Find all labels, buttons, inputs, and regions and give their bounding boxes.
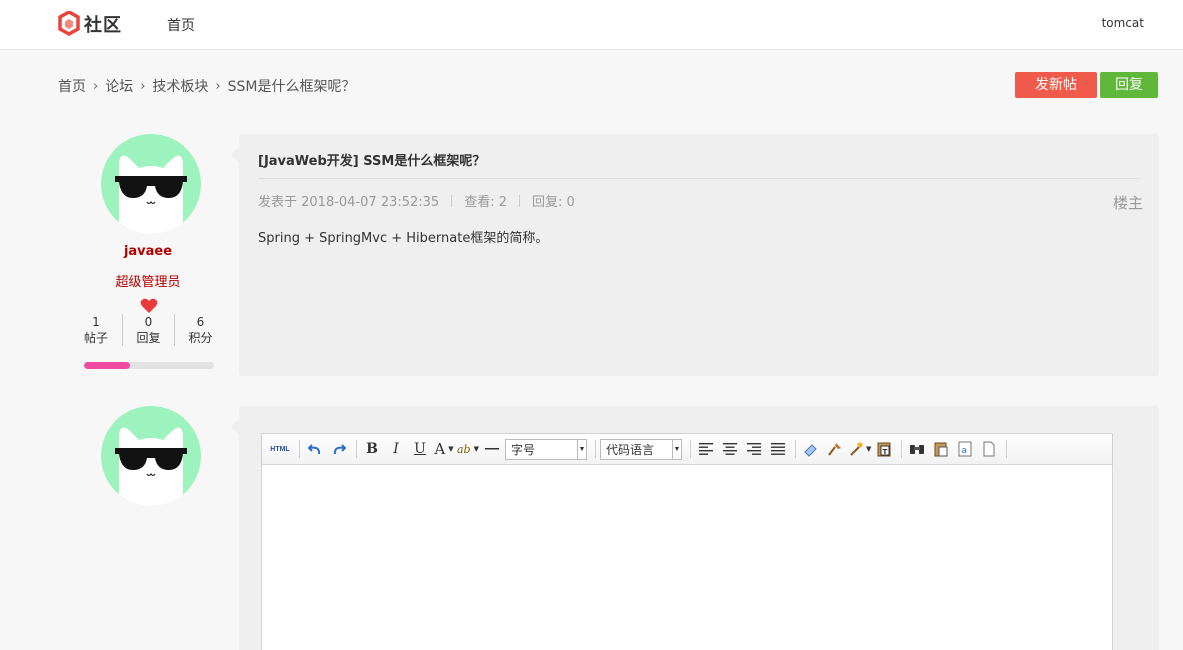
- italic-button[interactable]: I: [385, 438, 407, 460]
- author-name[interactable]: javaee: [70, 244, 226, 259]
- post-views: 查看: 2: [464, 195, 507, 210]
- svg-text:a: a: [962, 446, 968, 456]
- heart-icon: [140, 298, 158, 313]
- svg-text:T: T: [883, 448, 888, 456]
- stat-label: 回复: [136, 331, 161, 345]
- select-caret-icon: ▼: [577, 439, 586, 459]
- author-stats: 1 帖子 0 回复 6 积分: [70, 314, 226, 346]
- eraser-icon[interactable]: [800, 438, 822, 460]
- post-meta: 发表于 2018-04-07 23:52:35 查看: 2 回复: 0: [258, 191, 575, 210]
- new-document-icon[interactable]: [978, 438, 1000, 460]
- toolbar-divider: [690, 440, 691, 458]
- stat-value: 6: [196, 315, 205, 329]
- post-divider: [258, 178, 1139, 179]
- cat-sunglasses-avatar-icon: [115, 427, 187, 506]
- font-size-value: 字号: [511, 442, 536, 457]
- new-post-button[interactable]: 发新帖: [1015, 72, 1097, 98]
- breadcrumb: 首页 › 论坛 › 技术板块 › SSM是什么框架呢？: [58, 76, 355, 96]
- editor-toolbar: HTML B I U A ▼ ab ▼ 字号 ▼ 代码语言 ▼ ▼ T a: [262, 434, 1112, 465]
- stat-value: 0: [144, 315, 153, 329]
- align-justify-icon[interactable]: [767, 438, 789, 460]
- undo-icon[interactable]: [304, 438, 326, 460]
- breadcrumb-separator: ›: [140, 78, 146, 94]
- level-progress-fill: [84, 362, 130, 369]
- font-color-button[interactable]: A ▼: [433, 438, 455, 460]
- reply-pointer: [231, 419, 239, 435]
- dropdown-arrow-icon: ▼: [448, 445, 454, 453]
- stat-label: 帖子: [83, 331, 108, 345]
- dropdown-arrow-icon: ▼: [473, 445, 479, 453]
- author-role: 超级管理员: [115, 275, 181, 290]
- post-title: [JavaWeb开发] SSM是什么框架呢？: [258, 154, 486, 169]
- toolbar-divider: [356, 440, 357, 458]
- reply-card: HTML B I U A ▼ ab ▼ 字号 ▼ 代码语言 ▼ ▼ T a: [239, 406, 1159, 650]
- breadcrumb-forum[interactable]: 论坛: [105, 76, 133, 96]
- align-left-icon[interactable]: [695, 438, 717, 460]
- logo-text: 社区: [84, 15, 122, 36]
- stat-points: 6 积分: [174, 314, 226, 346]
- paste-text-icon[interactable]: T: [873, 438, 895, 460]
- site-logo[interactable]: 社区: [58, 10, 122, 38]
- bold-button[interactable]: B: [361, 438, 383, 460]
- nav-home-link[interactable]: 首页: [167, 15, 195, 35]
- breadcrumb-current: SSM是什么框架呢？: [227, 79, 356, 95]
- underline-button[interactable]: U: [409, 438, 431, 460]
- level-progress-bar: [84, 362, 214, 369]
- breadcrumb-separator: ›: [93, 78, 99, 94]
- highlight-label: ab: [457, 442, 471, 456]
- breadcrumb-separator: ›: [215, 78, 221, 94]
- stat-posts: 1 帖子: [70, 314, 122, 346]
- meta-divider: [451, 194, 453, 207]
- code-language-select[interactable]: 代码语言 ▼: [600, 438, 682, 460]
- post-pointer: [231, 147, 239, 163]
- font-color-label: A: [434, 440, 446, 458]
- toolbar-divider: [299, 440, 300, 458]
- meta-divider: [519, 194, 520, 207]
- align-right-icon[interactable]: [743, 438, 765, 460]
- format-brush-icon[interactable]: [824, 438, 846, 460]
- font-size-select[interactable]: 字号 ▼: [505, 438, 587, 460]
- post-reply-count: 回复: 0: [532, 195, 575, 210]
- align-center-icon[interactable]: [719, 438, 741, 460]
- dropdown-arrow-icon: ▼: [866, 445, 872, 453]
- post-date: 发表于 2018-04-07 23:52:35: [258, 195, 440, 210]
- stat-label: 积分: [188, 331, 213, 345]
- stat-value: 1: [92, 315, 100, 329]
- rich-text-editor: HTML B I U A ▼ ab ▼ 字号 ▼ 代码语言 ▼ ▼ T a: [261, 433, 1113, 650]
- current-user[interactable]: tomcat: [1102, 16, 1144, 30]
- reply-button[interactable]: 回复: [1100, 72, 1158, 98]
- redo-icon[interactable]: [328, 438, 350, 460]
- breadcrumb-home[interactable]: 首页: [58, 76, 86, 96]
- author-avatar[interactable]: [101, 134, 201, 234]
- current-user-avatar[interactable]: [101, 406, 201, 506]
- code-language-value: 代码语言: [606, 442, 655, 457]
- floor-label: 楼主: [1112, 194, 1143, 212]
- find-replace-icon[interactable]: [906, 438, 928, 460]
- magic-wand-icon[interactable]: ▼: [848, 438, 871, 460]
- toolbar-divider: [1006, 440, 1008, 458]
- breadcrumb-board[interactable]: 技术板块: [152, 76, 208, 96]
- post-body: Spring + SpringMvc + Hibernate框架的简称。: [258, 231, 549, 246]
- toolbar-divider: [595, 440, 596, 458]
- stat-replies: 0 回复: [122, 314, 174, 346]
- editor-content-area[interactable]: [262, 465, 1112, 650]
- highlight-button[interactable]: ab ▼: [457, 438, 479, 460]
- horizontal-rule-icon[interactable]: [481, 438, 503, 460]
- toolbar-divider: [901, 440, 903, 458]
- special-char-icon[interactable]: a: [954, 438, 976, 460]
- toolbar-divider: [795, 440, 796, 458]
- logo-icon: [58, 11, 80, 37]
- paste-word-icon[interactable]: [930, 438, 952, 460]
- top-header: 社区 首页 tomcat: [0, 0, 1183, 50]
- cat-sunglasses-avatar-icon: [115, 155, 187, 234]
- html-source-button[interactable]: HTML: [267, 438, 293, 460]
- select-caret-icon: ▼: [672, 439, 681, 459]
- post-card: [JavaWeb开发] SSM是什么框架呢？ 发表于 2018-04-07 23…: [239, 134, 1159, 376]
